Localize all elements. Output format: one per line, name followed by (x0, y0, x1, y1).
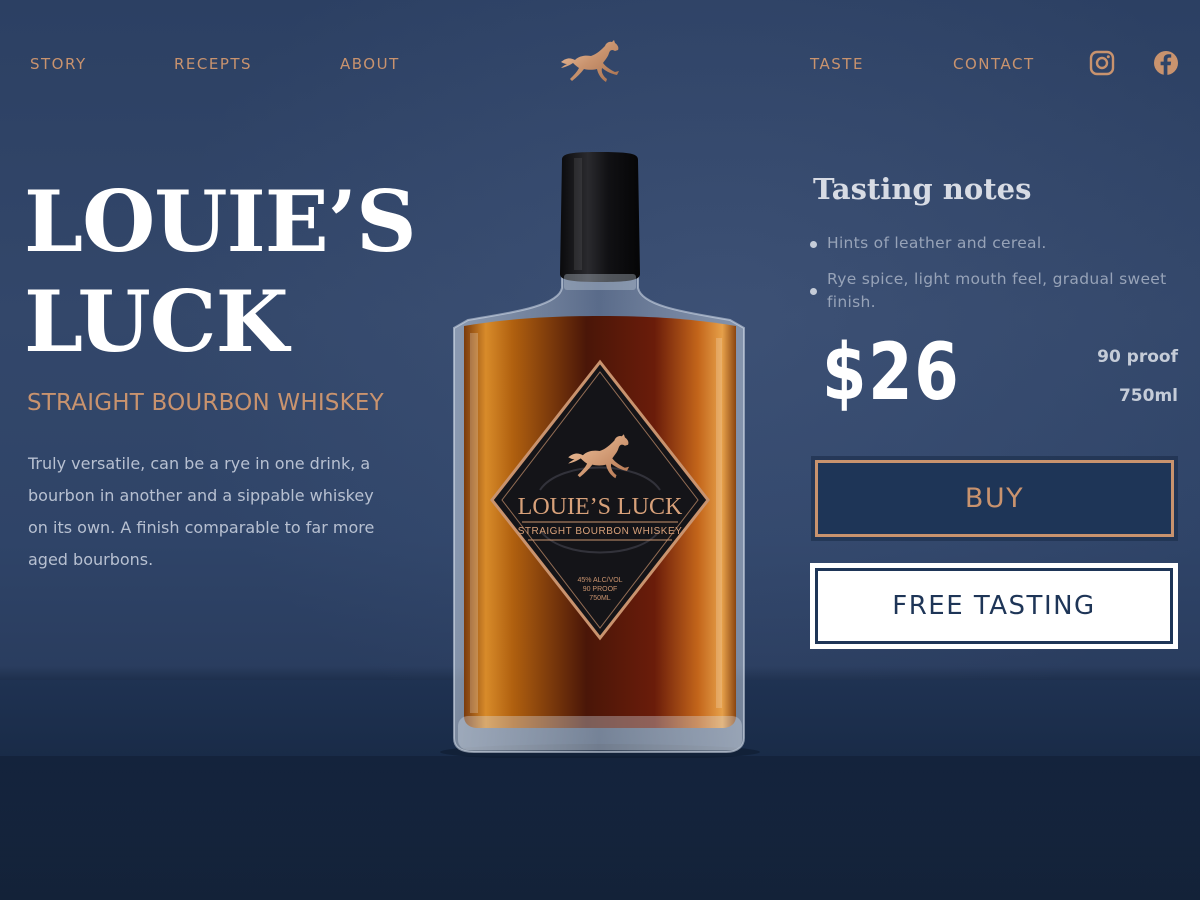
facebook-icon[interactable] (1153, 50, 1179, 76)
nav-link-story[interactable]: STORY (30, 55, 87, 73)
tasting-note-text: Hints of leather and cereal. (827, 234, 1047, 252)
bullet-icon (810, 288, 817, 295)
horse-logo-icon[interactable] (557, 36, 625, 88)
product-title: LOUIE’S LUCK (24, 172, 417, 372)
title-line-1: LOUIE’S (24, 172, 417, 271)
bullet-icon (810, 241, 817, 248)
product-proof: 90 proof (1097, 347, 1178, 367)
tasting-notes-list: Hints of leather and cereal. Rye spice, … (808, 232, 1178, 327)
free-tasting-button[interactable]: FREE TASTING (810, 563, 1178, 649)
label-type: STRAIGHT BOURBON WHISKEY (518, 526, 683, 537)
tasting-notes-title: Tasting notes (813, 172, 1032, 206)
tasting-note-text: Rye spice, light mouth feel, gradual swe… (827, 270, 1167, 311)
buy-button[interactable]: BUY (815, 460, 1174, 537)
nav-link-contact[interactable]: CONTACT (953, 55, 1035, 73)
product-price: $26 (822, 328, 961, 418)
product-volume: 750ml (1118, 386, 1178, 406)
bottle-image: LOUIE’S LUCK STRAIGHT BOURBON WHISKEY 45… (440, 148, 760, 760)
title-line-2: LUCK (24, 272, 289, 371)
nav-link-taste[interactable]: TASTE (810, 55, 864, 73)
table-shadow (0, 756, 1200, 900)
product-subtitle: STRAIGHT BOURBON WHISKEY (27, 390, 384, 416)
tasting-note: Hints of leather and cereal. (808, 232, 1178, 255)
label-abv: 45% ALC/VOL (577, 577, 622, 584)
nav-link-recepts[interactable]: RECEPTS (174, 55, 252, 73)
instagram-icon[interactable] (1089, 50, 1115, 76)
label-brand: LOUIE’S LUCK (518, 494, 683, 520)
product-description: Truly versatile, can be a rye in one dri… (28, 454, 375, 569)
tasting-note: Rye spice, light mouth feel, gradual swe… (808, 268, 1178, 314)
label-volume: 750ML (589, 595, 611, 602)
label-proof: 90 PROOF (583, 586, 618, 593)
nav-link-about[interactable]: ABOUT (340, 55, 400, 73)
free-tasting-label: FREE TASTING (815, 568, 1173, 644)
